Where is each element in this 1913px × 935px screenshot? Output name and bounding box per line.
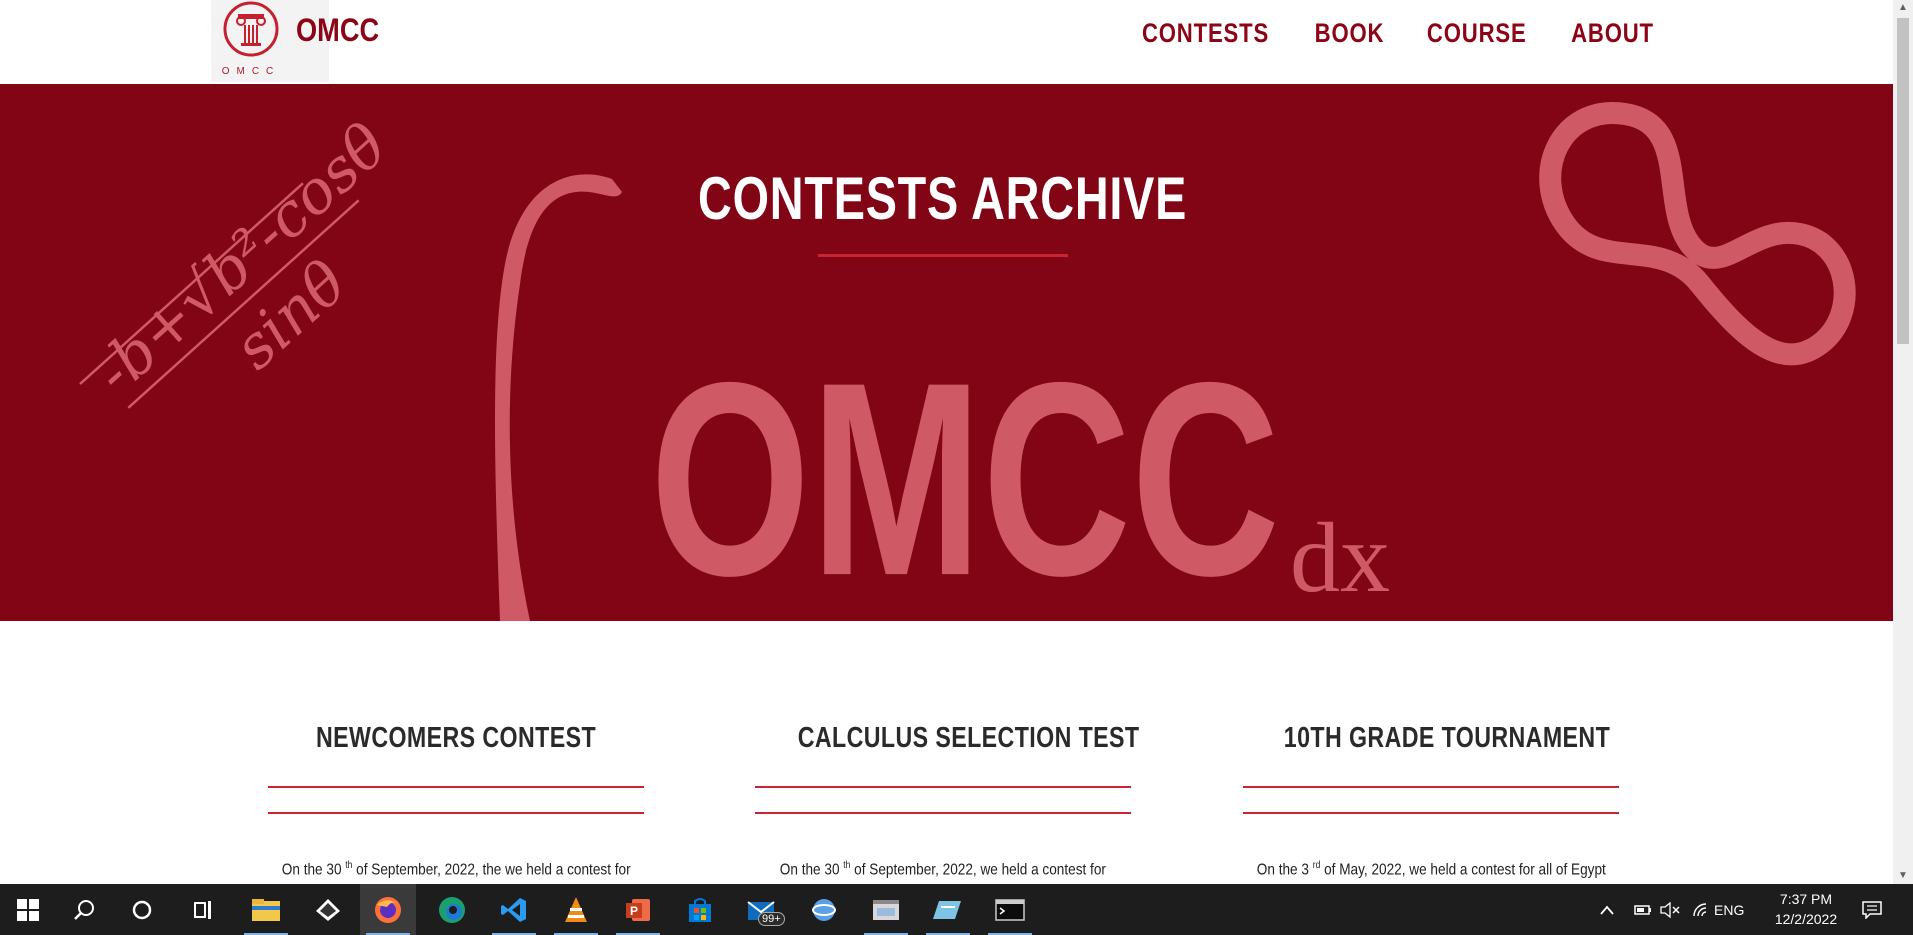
nav-contests[interactable]: CONTESTS — [1142, 18, 1269, 49]
task-view-button[interactable] — [176, 884, 232, 935]
divider — [755, 786, 1131, 788]
search-button[interactable] — [56, 884, 112, 935]
vscode-icon — [501, 897, 526, 922]
taskbar-mail[interactable]: 99+ — [734, 884, 790, 935]
taskbar-terminal[interactable] — [982, 884, 1038, 935]
tray-chevron[interactable] — [1600, 884, 1614, 935]
battery-icon — [1634, 904, 1651, 915]
hero-banner: OMCC dx -b+√b²-cosθ sinθ CONTESTS ARCHIV… — [0, 84, 1893, 621]
taskbar-firefox[interactable] — [360, 884, 416, 935]
scroll-down-icon[interactable]: ▼ — [1893, 868, 1913, 884]
page-title: CONTESTS ARCHIVE — [698, 165, 1188, 232]
scroll-thumb[interactable] — [1897, 18, 1909, 344]
nav-course[interactable]: COURSE — [1427, 18, 1527, 49]
action-center-button[interactable] — [1862, 884, 1882, 935]
powerpoint-icon: P — [626, 898, 650, 921]
edge-icon — [439, 896, 465, 923]
folder-icon — [252, 898, 280, 921]
card-title: CALCULUS SELECTION TEST — [797, 722, 1140, 754]
taskbar-app-window[interactable] — [858, 884, 914, 935]
search-icon — [74, 899, 94, 920]
windows-taskbar: P 99+ ENG 7:37 PM 12/2/2022 — [0, 884, 1913, 935]
nav-about[interactable]: ABOUT — [1571, 18, 1654, 49]
divider — [1243, 812, 1619, 814]
title-underline — [818, 254, 1068, 257]
window-icon — [873, 899, 899, 920]
vlc-icon — [565, 896, 587, 922]
card-description: On the 3 rd of May, 2022, we held a cont… — [1256, 860, 1606, 879]
app-icon — [316, 898, 340, 921]
column-icon — [223, 1, 279, 57]
terminal-icon — [995, 898, 1025, 921]
divider — [755, 812, 1131, 814]
tray-volume[interactable] — [1660, 884, 1680, 935]
contest-card[interactable]: 10TH GRADE TOURNAMENT On the 3 rd of May… — [1243, 722, 1619, 878]
scroll-up-icon[interactable]: ▲ — [1893, 0, 1913, 16]
card-title: NEWCOMERS CONTEST — [315, 722, 597, 754]
divider — [1243, 786, 1619, 788]
card-description: On the 30 th of September, 2022, we held… — [779, 860, 1107, 879]
svg-text:-b+√b²-cosθ: -b+√b²-cosθ — [81, 110, 400, 407]
globe-icon — [812, 898, 836, 921]
divider — [268, 812, 644, 814]
windows-icon — [17, 898, 39, 921]
task-view-icon — [194, 900, 211, 919]
main-nav: CONTESTS BOOK COURSE ABOUT — [1128, 18, 1663, 49]
infinity-icon — [1539, 102, 1856, 366]
taskbar-clock[interactable]: 7:37 PM 12/2/2022 — [1766, 889, 1846, 929]
page-scrollbar[interactable]: ▲ ▼ — [1893, 0, 1913, 884]
card-title: 10TH GRADE TOURNAMENT — [1283, 722, 1611, 754]
cortana-icon — [132, 900, 152, 919]
nav-book[interactable]: BOOK — [1315, 18, 1385, 49]
taskbar-app[interactable] — [300, 884, 356, 935]
contest-card[interactable]: CALCULUS SELECTION TEST On the 30 th of … — [755, 722, 1140, 878]
site-header: OMCC OMCC CONTESTS BOOK COURSE ABOUT — [0, 0, 1893, 84]
taskbar-globe-app[interactable] — [796, 884, 852, 935]
language-indicator[interactable]: ENG — [1714, 884, 1744, 935]
firefox-icon — [375, 896, 401, 923]
clock-date: 12/2/2022 — [1774, 911, 1838, 927]
tray-network[interactable] — [1692, 884, 1710, 935]
taskbar-file-explorer[interactable] — [238, 884, 294, 935]
taskbar-powerpoint[interactable]: P — [610, 884, 666, 935]
watermark-omcc: OMCC — [650, 325, 1280, 621]
start-button[interactable] — [0, 884, 56, 935]
cortana-button[interactable] — [114, 884, 170, 935]
notification-icon — [1862, 900, 1882, 919]
brand-name[interactable]: OMCC — [296, 12, 379, 49]
taskbar-edge[interactable] — [424, 884, 480, 935]
volume-muted-icon — [1660, 901, 1680, 918]
taskbar-vlc[interactable] — [548, 884, 604, 935]
chevron-up-icon — [1600, 905, 1614, 915]
wifi-icon — [1693, 902, 1707, 916]
logo-caption: OMCC — [221, 66, 281, 77]
notepad-icon — [933, 900, 961, 919]
divider — [268, 786, 644, 788]
mail-badge: 99+ — [758, 912, 785, 926]
taskbar-vscode[interactable] — [486, 884, 542, 935]
watermark-dx: dx — [1290, 502, 1390, 613]
tray-battery[interactable] — [1632, 884, 1652, 935]
store-icon — [689, 897, 711, 922]
integral-icon — [495, 174, 622, 621]
taskbar-store[interactable] — [672, 884, 728, 935]
svg-text:P: P — [630, 904, 638, 918]
taskbar-notes[interactable] — [920, 884, 976, 935]
card-description: On the 30 th of September, 2022, the we … — [281, 860, 631, 879]
contest-card[interactable]: NEWCOMERS CONTEST On the 30 th of Septem… — [268, 722, 644, 878]
clock-time: 7:37 PM — [1779, 891, 1833, 907]
